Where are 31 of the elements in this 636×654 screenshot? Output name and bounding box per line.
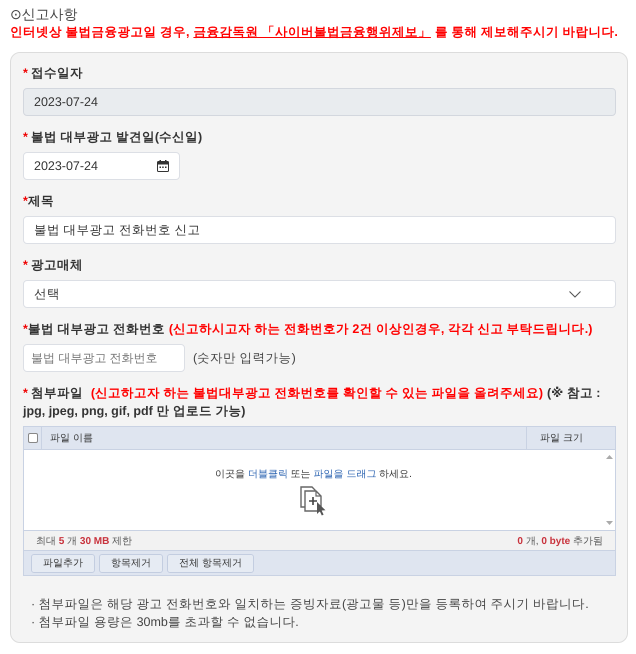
guide-note: · 첨부파일 용량은 30mb를 초과할 수 없습니다. (31, 614, 300, 631)
toolbar-button[interactable]: 항목제거 (99, 554, 163, 572)
report-link[interactable]: 금융감독원 「사이버불법금융행위제보」 (193, 25, 431, 39)
drop-instruction: 이곳을 더블클릭 또는 파일을 드래그 하세요. (215, 469, 412, 481)
field-label: * 광고매체 (23, 257, 84, 274)
notice-text: 인터넷상 불법금융광고일 경우, 금융감독원 「사이버불법금융행위제보」 를 통해 제보해주시기 바랍니다. (10, 24, 619, 41)
field-label: * 불법 대부광고 발견일(수신일) (23, 129, 204, 146)
add-files-icon (300, 486, 328, 516)
input-hint: (숫자만 입력가능) (193, 350, 296, 366)
size-limit-text: 최대 5 개 30 MB 제한 (36, 534, 132, 548)
toolbar-button[interactable]: 전체 항목제거 (167, 554, 254, 572)
select-all-checkbox[interactable] (28, 433, 38, 443)
field-label: * 접수일자 (23, 65, 84, 82)
phone-field[interactable]: 불법 대부광고 전화번호 (23, 344, 185, 372)
toolbar-button[interactable]: 파일추가 (31, 554, 95, 572)
scroll-down-icon[interactable] (606, 521, 612, 525)
guide-note: · 첨부파일은 해당 광고 전화번호와 일치하는 증빙자료(광고물 등)만을 등록하여 주시기 바랍니다. (31, 596, 590, 613)
calendar-icon[interactable] (157, 160, 169, 172)
select-field[interactable]: 선택 (23, 280, 616, 308)
added-total-text: 0 개, 0 byte 추가됨 (517, 534, 603, 548)
field-label: *제목 (23, 193, 55, 210)
field-label: *불법 대부광고 전화번호 (신고하시고자 하는 전화번호가 2건 이상인경우, 각각 신고 부탁드립니다.) (23, 321, 594, 338)
field-label: * 첨부파일 (신고하고자 하는 불법대부광고 전화번호를 확인할 수 있는 파일을 올려주세요) (※ 참고 : jpg, jpeg, png, gif, pdf 만 업로드 가능) (23, 385, 602, 420)
scroll-up-icon[interactable] (606, 455, 612, 459)
section-title: ⊙신고사항 (10, 5, 79, 23)
chevron-down-icon (569, 290, 581, 298)
text-field[interactable]: 불법 대부광고 전화번호 신고 (23, 216, 616, 244)
text-field[interactable]: 2023-07-24 (23, 88, 616, 116)
column-header: 파일 이름 (49, 432, 94, 446)
date-field[interactable]: 2023-07-24 (23, 152, 180, 180)
column-header: 파일 크기 (526, 427, 615, 449)
